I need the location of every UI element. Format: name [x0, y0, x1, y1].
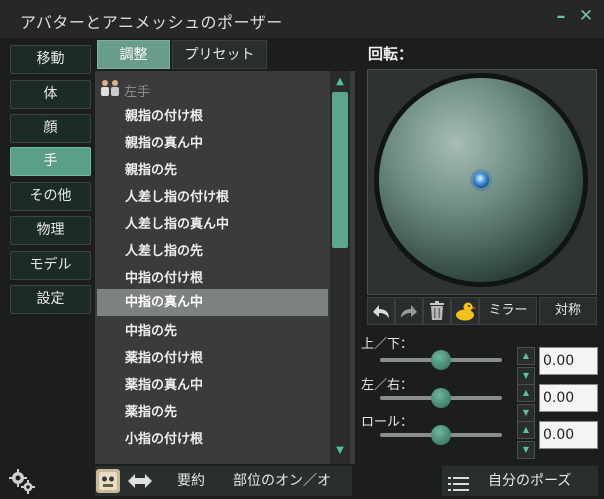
- tab-preset[interactable]: プリセット: [172, 40, 267, 69]
- sidebar-item-settings[interactable]: 設定: [10, 285, 91, 314]
- avatar-icon[interactable]: [95, 468, 121, 494]
- list-group-header[interactable]: 左手: [98, 79, 298, 100]
- list-scrollbar[interactable]: ▲ ▼: [330, 71, 350, 464]
- list-item[interactable]: 親指の先: [97, 157, 328, 184]
- slider-knob[interactable]: [431, 388, 451, 408]
- window-title: アバターとアニメッシュのポーザー: [20, 13, 283, 32]
- redo-icon[interactable]: [395, 297, 423, 325]
- sidebar-item-face[interactable]: 顔: [10, 114, 91, 143]
- toggle-parts-button[interactable]: 部位のオン／オ: [227, 466, 345, 496]
- leftright-slider[interactable]: [380, 388, 502, 408]
- list-item-selected[interactable]: 中指の真ん中: [97, 289, 328, 316]
- slider-knob[interactable]: [431, 350, 451, 370]
- people-icon: [98, 79, 122, 103]
- spin-up-icon[interactable]: ▲: [517, 384, 535, 402]
- list-item[interactable]: 薬指の先: [97, 399, 328, 426]
- updown-slider[interactable]: [380, 350, 502, 370]
- horizontal-arrows-icon[interactable]: [126, 470, 154, 492]
- rotation-trackball[interactable]: [368, 70, 596, 294]
- list-item[interactable]: 親指の真ん中: [97, 130, 328, 157]
- spin-up-icon[interactable]: ▲: [517, 347, 535, 365]
- roll-spinner[interactable]: ▲ ▼: [517, 421, 535, 459]
- joint-list: 左手 親指の付け根 親指の真ん中 親指の先 人差し指の付け根 人差し指の真ん中 …: [95, 71, 355, 464]
- list-item[interactable]: 親指の付け根: [97, 103, 328, 130]
- list-item[interactable]: 中指の先: [97, 318, 328, 345]
- roll-value-field[interactable]: 0.00: [539, 421, 598, 449]
- gear-icon[interactable]: [8, 467, 36, 495]
- my-pose-button[interactable]: 自分のポーズ: [442, 466, 598, 496]
- spin-up-icon[interactable]: ▲: [517, 421, 535, 439]
- scroll-up-icon[interactable]: ▲: [330, 73, 350, 91]
- rotation-label: 回転：: [368, 45, 414, 63]
- list-item[interactable]: 人差し指の先: [97, 238, 328, 265]
- trash-icon[interactable]: [423, 297, 451, 325]
- list-group-label: 左手: [124, 85, 151, 100]
- list-item[interactable]: 薬指の真ん中: [97, 372, 328, 399]
- list-icon: [448, 473, 470, 499]
- summary-button[interactable]: 要約: [158, 466, 224, 496]
- sidebar-item-move[interactable]: 移動: [10, 45, 91, 74]
- sidebar-item-physics[interactable]: 物理: [10, 216, 91, 245]
- list-item[interactable]: 人差し指の真ん中: [97, 211, 328, 238]
- list-item-partial[interactable]: [97, 453, 328, 464]
- roll-slider[interactable]: [380, 425, 502, 445]
- sidebar-item-body[interactable]: 体: [10, 80, 91, 109]
- spin-down-icon[interactable]: ▼: [517, 441, 535, 459]
- rotation-toolbar: ミラー 対称: [367, 297, 597, 325]
- sidebar-item-model[interactable]: モデル: [10, 251, 91, 280]
- list-item[interactable]: 人差し指の付け根: [97, 184, 328, 211]
- spin-down-icon[interactable]: ▼: [517, 404, 535, 422]
- mirror-button[interactable]: ミラー: [479, 297, 537, 325]
- list-item[interactable]: 中指の付け根: [97, 265, 328, 292]
- leftright-spinner[interactable]: ▲ ▼: [517, 384, 535, 422]
- trackball-frame: [367, 69, 597, 295]
- updown-spinner[interactable]: ▲ ▼: [517, 347, 535, 385]
- updown-value-field[interactable]: 0.00: [539, 347, 598, 375]
- tab-adjust[interactable]: 調整: [97, 40, 170, 69]
- scroll-down-icon[interactable]: ▼: [330, 442, 350, 460]
- leftright-value-field[interactable]: 0.00: [539, 384, 598, 412]
- sidebar-item-other[interactable]: その他: [10, 182, 91, 211]
- my-pose-label: 自分のポーズ: [488, 473, 572, 489]
- minimize-button[interactable]: –: [553, 8, 569, 26]
- slider-knob[interactable]: [431, 425, 451, 445]
- spin-down-icon[interactable]: ▼: [517, 367, 535, 385]
- list-item[interactable]: 薬指の付け根: [97, 345, 328, 372]
- duck-icon[interactable]: [451, 297, 479, 325]
- undo-icon[interactable]: [367, 297, 395, 325]
- list-item[interactable]: 小指の付け根: [97, 426, 328, 453]
- symmetry-button[interactable]: 対称: [539, 297, 597, 325]
- scroll-thumb[interactable]: [332, 92, 348, 248]
- sidebar-item-hands[interactable]: 手: [10, 147, 91, 176]
- close-button[interactable]: ✕: [578, 6, 594, 26]
